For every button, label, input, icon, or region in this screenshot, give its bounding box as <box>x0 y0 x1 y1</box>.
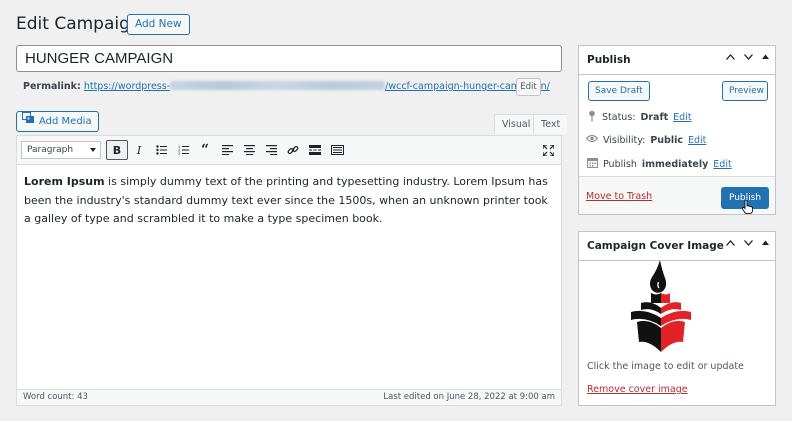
word-count: Word count: 43 <box>23 392 88 402</box>
format-select[interactable]: Paragraph <box>21 141 101 159</box>
publish-box-title: Publish <box>587 54 631 66</box>
editor-content[interactable]: Lorem Ipsum is simply dummy text of the … <box>24 173 549 229</box>
permalink-redacted <box>170 81 386 90</box>
remove-cover-image-link[interactable]: Remove cover image <box>587 384 688 395</box>
permalink-label: Permalink: <box>23 81 81 92</box>
cover-image-box: Campaign Cover Image Click the image to … <box>578 231 776 406</box>
edit-status-link[interactable]: Edit <box>673 112 691 123</box>
add-new-button[interactable]: Add New <box>127 14 190 35</box>
editor-statusbar: Word count: 43 Last edited on June 28, 2… <box>17 389 561 405</box>
visibility-row: Visibility: Public Edit <box>585 134 706 146</box>
cover-box-title: Campaign Cover Image <box>587 240 724 252</box>
eye-icon <box>585 134 599 146</box>
chevron-up-icon[interactable] <box>726 239 735 249</box>
cover-image[interactable] <box>627 260 697 359</box>
chevron-down-icon[interactable] <box>744 239 753 249</box>
read-more-icon[interactable] <box>304 140 326 160</box>
tab-visual[interactable]: Visual <box>494 114 539 134</box>
bold-icon[interactable]: B <box>106 140 128 160</box>
preview-button[interactable]: Preview <box>722 81 768 101</box>
publish-box: Publish Save Draft Preview Status: Draft E… <box>578 45 776 215</box>
hand-cursor-icon <box>741 199 753 217</box>
edit-schedule-link[interactable]: Edit <box>713 159 731 170</box>
blockquote-icon[interactable]: “ <box>194 140 216 160</box>
fullscreen-icon[interactable] <box>537 140 559 160</box>
editor-area: Paragraph B I 123 “ Lorem Ipsum is simpl… <box>16 135 562 406</box>
add-media-label: Add Media <box>39 116 92 127</box>
align-right-icon[interactable] <box>260 140 282 160</box>
pin-icon <box>587 110 597 125</box>
bulleted-list-icon[interactable] <box>150 140 172 160</box>
link-icon[interactable] <box>282 140 304 160</box>
chevron-up-icon[interactable] <box>726 53 735 63</box>
calendar-icon <box>587 157 598 171</box>
cover-box-header: Campaign Cover Image <box>579 232 775 261</box>
schedule-row: Publish immediately Edit <box>587 157 732 171</box>
add-media-button[interactable]: Add Media <box>16 111 99 132</box>
chevron-down-icon[interactable] <box>744 53 753 63</box>
permalink-edit-button[interactable]: Edit <box>516 78 541 96</box>
align-left-icon[interactable] <box>216 140 238 160</box>
publish-box-header: Publish <box>579 46 775 75</box>
move-to-trash-link[interactable]: Move to Trash <box>586 191 652 202</box>
collapse-triangle-icon[interactable] <box>762 53 769 63</box>
permalink-row: Permalink: https://wordpress-/wccf-campa… <box>23 81 550 92</box>
collapse-triangle-icon[interactable] <box>762 239 769 249</box>
align-center-icon[interactable] <box>238 140 260 160</box>
editor-toolbar: Paragraph B I 123 “ <box>17 136 561 165</box>
toolbar-toggle-icon[interactable] <box>326 140 348 160</box>
post-title-input[interactable] <box>16 45 562 72</box>
chevron-down-icon <box>90 148 96 152</box>
permalink-link[interactable]: https://wordpress-/wccf-campaign-hunger-… <box>84 81 550 92</box>
cover-image-hint: Click the image to edit or update <box>587 361 744 372</box>
svg-text:3: 3 <box>178 152 180 155</box>
numbered-list-icon[interactable]: 123 <box>172 140 194 160</box>
tab-text[interactable]: Text <box>533 114 568 134</box>
page-title: Edit Campaign <box>16 14 141 34</box>
last-edited: Last edited on June 28, 2022 at 9:00 am <box>383 392 555 402</box>
save-draft-button[interactable]: Save Draft <box>588 81 650 101</box>
media-icon <box>22 112 35 131</box>
edit-visibility-link[interactable]: Edit <box>688 135 706 146</box>
content-bold-text: Lorem Ipsum <box>24 175 105 188</box>
italic-icon[interactable]: I <box>128 140 150 160</box>
status-row: Status: Draft Edit <box>587 110 692 125</box>
